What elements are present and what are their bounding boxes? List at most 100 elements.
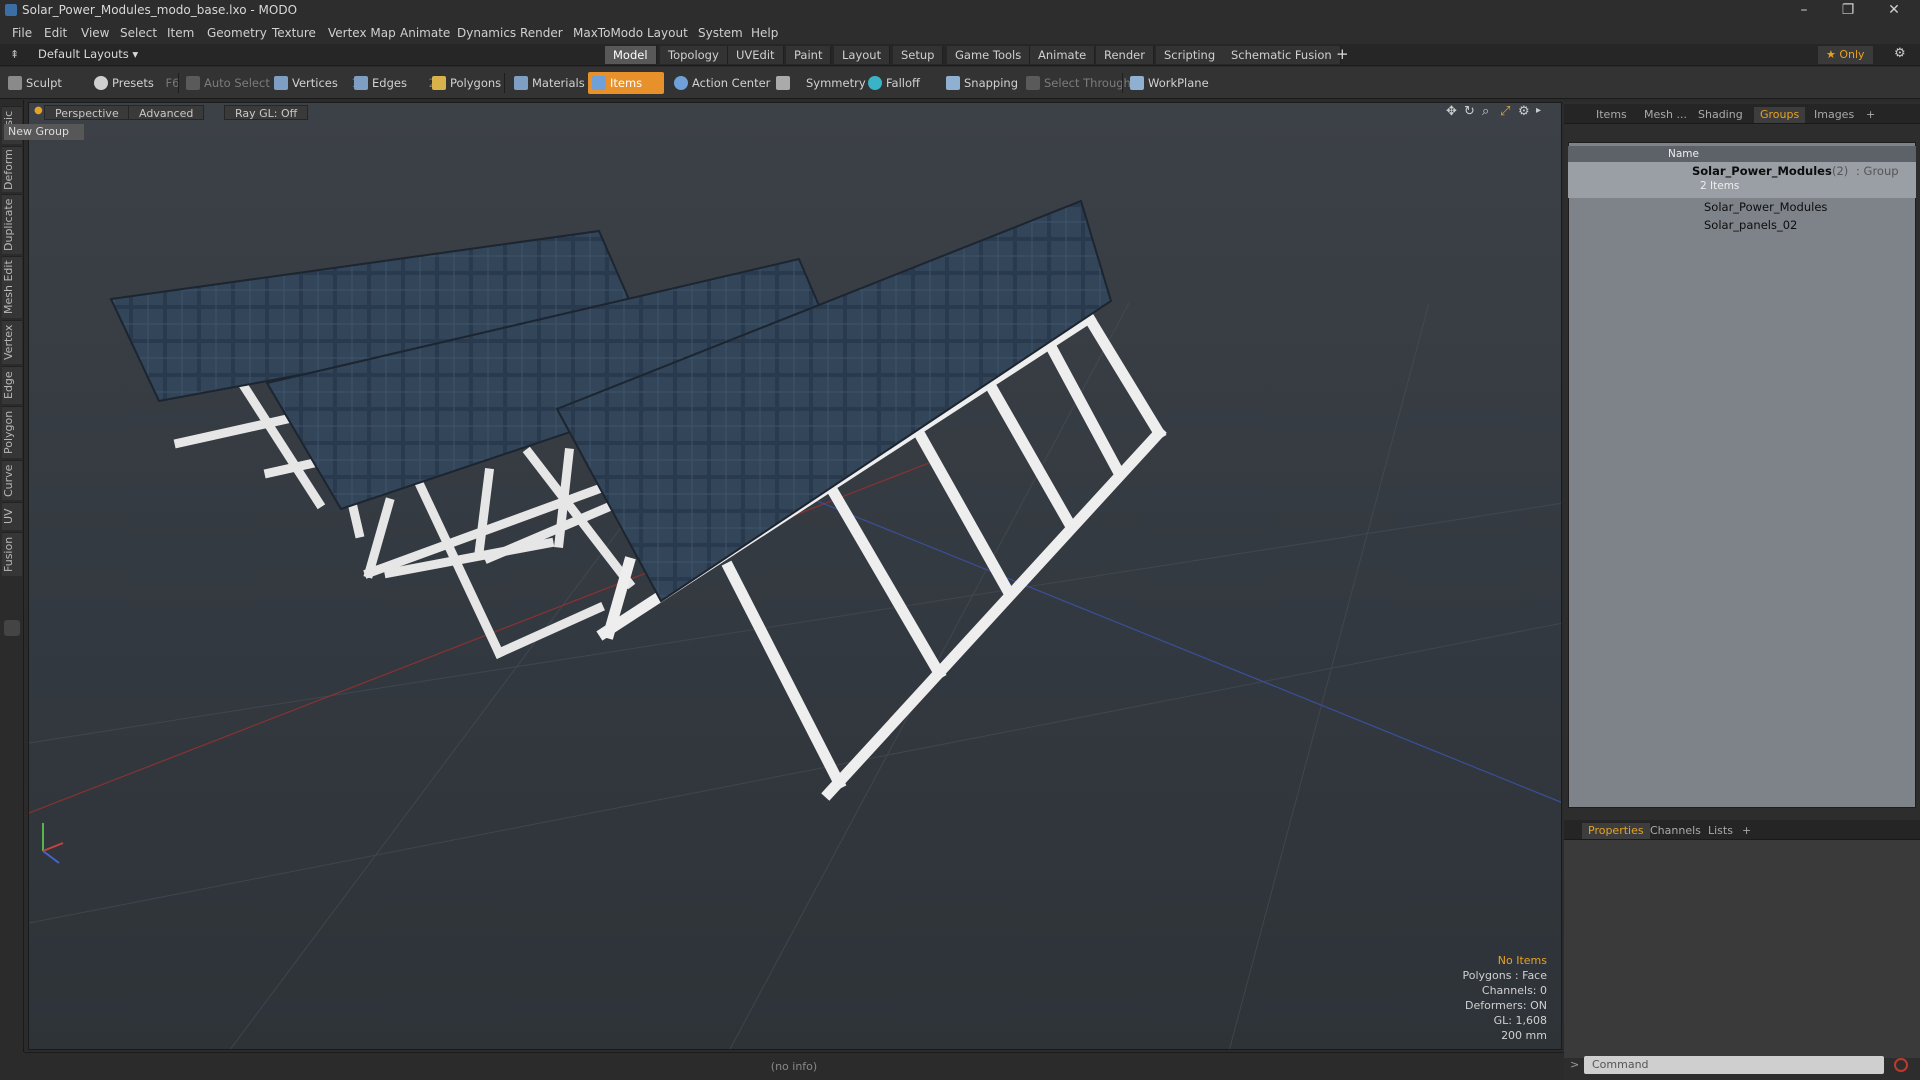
viewport-settings-icon[interactable]: ⚙: [1518, 104, 1530, 119]
symmetry-button[interactable]: Symmetry: [772, 72, 866, 94]
tab-game-tools[interactable]: Game Tools: [947, 46, 1031, 64]
menu-maxtomodo[interactable]: MaxToModo: [573, 26, 643, 40]
tab-layout[interactable]: Layout: [834, 46, 891, 64]
name-column-header[interactable]: Name: [1668, 148, 1699, 160]
scene-render: [29, 199, 1561, 1049]
tab-schematic-fusion[interactable]: Schematic Fusion: [1223, 46, 1341, 64]
menu-dynamics[interactable]: Dynamics: [457, 26, 516, 40]
tab-paint[interactable]: Paint: [786, 46, 832, 64]
polygons-button[interactable]: Polygons: [428, 72, 508, 94]
items-cube-icon: [592, 76, 606, 90]
channels-label: Channels: 0: [1481, 984, 1547, 997]
group-child-row[interactable]: Solar_panels_02: [1568, 216, 1916, 234]
group-subtitle: 2 Items: [1700, 180, 1740, 192]
menu-texture[interactable]: Texture: [272, 26, 316, 40]
add-lower-tab[interactable]: +: [1736, 823, 1757, 839]
viewport-menu-icon[interactable]: ●: [34, 105, 43, 116]
menu-geometry[interactable]: Geometry: [207, 26, 267, 40]
tab-mesh[interactable]: Mesh ...: [1638, 107, 1693, 123]
tab-polygon[interactable]: Polygon: [2, 406, 22, 458]
vertices-button[interactable]: Vertices 1: [270, 72, 359, 94]
status-info: (no info): [770, 1060, 818, 1073]
tab-channels[interactable]: Channels: [1644, 823, 1707, 839]
presets-button[interactable]: Presets F6: [90, 72, 179, 94]
rotate-view-icon[interactable]: ↻: [1464, 104, 1475, 119]
add-panel-tab[interactable]: +: [1860, 107, 1881, 123]
tab-items[interactable]: Items: [1590, 107, 1633, 123]
3d-viewport[interactable]: No Items Polygons : Face Channels: 0 Def…: [28, 102, 1562, 1050]
menu-system[interactable]: System: [698, 26, 743, 40]
maximize-button[interactable]: ❐: [1826, 0, 1870, 22]
action-center-button[interactable]: Action Center: [670, 72, 770, 94]
menu-item[interactable]: Item: [167, 26, 194, 40]
select-through-icon: [1026, 76, 1040, 90]
add-tab-button[interactable]: +: [1336, 45, 1349, 63]
sculpt-button[interactable]: Sculpt: [4, 72, 86, 94]
menu-render[interactable]: Render: [520, 26, 563, 40]
tab-render[interactable]: Render: [1096, 46, 1154, 64]
workplane-button[interactable]: WorkPlane: [1126, 72, 1216, 94]
no-items-label: No Items: [1497, 954, 1547, 967]
title-bar: Solar_Power_Modules_modo_base.lxo - MODO…: [0, 0, 1920, 22]
tab-duplicate[interactable]: Duplicate: [2, 194, 22, 254]
advanced-dropdown[interactable]: Advanced: [128, 105, 205, 120]
falloff-button[interactable]: Falloff: [864, 72, 936, 94]
layouts-dropdown[interactable]: Default Layouts ▾: [38, 47, 138, 61]
collapse-arrow-icon[interactable]: ⇞: [10, 48, 19, 61]
tab-topology[interactable]: Topology: [660, 46, 728, 64]
group-row-selected[interactable]: Solar_Power_Modules (2) : Group 2 Items: [1568, 162, 1916, 198]
tab-lists[interactable]: Lists: [1702, 823, 1739, 839]
menu-animate[interactable]: Animate: [400, 26, 450, 40]
command-input[interactable]: Command: [1584, 1056, 1884, 1074]
tab-vertex[interactable]: Vertex: [2, 320, 22, 364]
tab-animate[interactable]: Animate: [1030, 46, 1096, 64]
menu-edit[interactable]: Edit: [44, 26, 67, 40]
zoom-icon[interactable]: ⌕: [1482, 104, 1489, 119]
tab-properties[interactable]: Properties: [1582, 823, 1650, 839]
axis-gizmo: [42, 823, 64, 864]
menu-layout[interactable]: Layout: [647, 26, 688, 40]
tab-scripting[interactable]: Scripting: [1156, 46, 1225, 64]
menu-file[interactable]: File: [12, 26, 32, 40]
tab-images[interactable]: Images: [1808, 107, 1860, 123]
tab-uvedit[interactable]: UVEdit: [728, 46, 784, 64]
menu-select[interactable]: Select: [120, 26, 157, 40]
materials-button[interactable]: Materials: [510, 72, 590, 94]
tab-mesh-edit[interactable]: Mesh Edit: [2, 256, 22, 318]
tab-setup[interactable]: Setup: [893, 46, 944, 64]
tab-model[interactable]: Model: [605, 46, 657, 64]
presets-label: Presets: [112, 76, 154, 90]
gear-icon[interactable]: ⚙: [1894, 46, 1906, 61]
close-button[interactable]: ✕: [1872, 0, 1916, 22]
snapping-button[interactable]: Snapping: [942, 72, 1026, 94]
action-center-label: Action Center: [692, 76, 771, 90]
panel-toggle-button[interactable]: [4, 620, 20, 636]
items-button[interactable]: Items: [588, 72, 664, 94]
perspective-dropdown[interactable]: Perspective: [44, 105, 130, 120]
auto-select-button[interactable]: Auto Select: [182, 72, 270, 94]
move-view-icon[interactable]: ✥: [1446, 104, 1457, 119]
tab-edge[interactable]: Edge: [2, 366, 22, 404]
edges-button[interactable]: Edges 2: [350, 72, 436, 94]
expand-arrow-icon[interactable]: ▸: [1536, 105, 1541, 116]
select-through-button[interactable]: Select Through: [1022, 72, 1131, 94]
fit-view-icon[interactable]: ⤢: [1500, 104, 1510, 119]
minimize-button[interactable]: –: [1782, 0, 1826, 22]
menu-help[interactable]: Help: [751, 26, 778, 40]
menu-vertex-map[interactable]: Vertex Map: [328, 26, 396, 40]
tab-deform[interactable]: Deform: [2, 146, 22, 192]
viewport-header: ● Perspective Advanced Ray GL: Off ✥ ↻ ⌕…: [28, 102, 1562, 122]
tab-groups[interactable]: Groups: [1754, 107, 1806, 123]
tab-curve[interactable]: Curve: [2, 460, 22, 500]
only-toggle[interactable]: ★ Only: [1818, 46, 1873, 64]
tab-shading[interactable]: Shading: [1692, 107, 1749, 123]
tab-uv[interactable]: UV: [2, 502, 22, 530]
tab-fusion[interactable]: Fusion: [2, 532, 22, 576]
raygl-toggle[interactable]: Ray GL: Off: [224, 105, 309, 120]
new-group-button[interactable]: New Group: [4, 124, 84, 140]
record-icon[interactable]: [1894, 1058, 1908, 1072]
group-child-row[interactable]: Solar_Power_Modules: [1568, 198, 1916, 216]
menu-view[interactable]: View: [81, 26, 109, 40]
action-center-icon: [674, 76, 688, 90]
group-name: Solar_Power_Modules: [1692, 164, 1832, 178]
